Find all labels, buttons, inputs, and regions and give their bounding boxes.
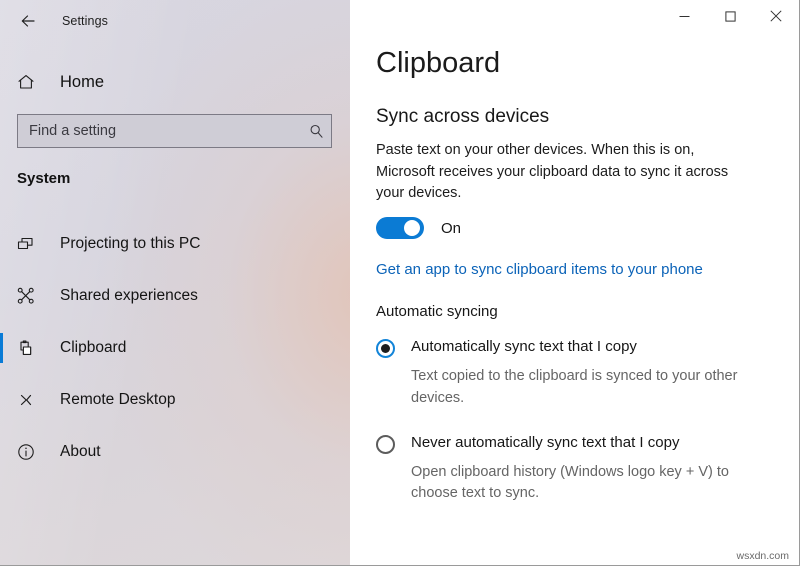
clipboard-icon xyxy=(16,338,42,358)
radio-label: Automatically sync text that I copy xyxy=(411,338,637,356)
remote-desktop-icon xyxy=(16,390,42,410)
project-screen-icon xyxy=(16,234,42,254)
radio-description: Open clipboard history (Windows logo key… xyxy=(411,463,729,502)
sync-toggle-state-label: On xyxy=(441,219,462,237)
sidebar-item-label: Shared experiences xyxy=(60,287,198,304)
sync-description: Paste text on your other devices. When t… xyxy=(376,141,729,202)
sidebar-group-header: System xyxy=(17,170,71,187)
sidebar-item-home[interactable]: Home xyxy=(0,64,350,100)
sidebar-item-clipboard[interactable]: Clipboard xyxy=(0,322,350,374)
section-title-sync-across-devices: Sync across devices xyxy=(376,105,550,127)
selection-accent-bar xyxy=(0,437,3,467)
radio-option-auto-sync[interactable]: Automatically sync text that I copy xyxy=(376,338,785,359)
sidebar-item-home-label: Home xyxy=(60,72,105,91)
get-app-link[interactable]: Get an app to sync clipboard items to yo… xyxy=(376,261,703,278)
settings-window: Settings Home System xyxy=(0,0,800,566)
sidebar-titlebar: Settings xyxy=(0,0,350,42)
search-box[interactable] xyxy=(17,114,332,148)
sidebar-item-label: About xyxy=(60,443,101,460)
sync-toggle[interactable] xyxy=(376,217,424,240)
automatic-syncing-radio-group: Automatically sync text that I copy Text… xyxy=(376,338,785,505)
home-icon xyxy=(16,72,42,92)
page-title: Clipboard xyxy=(376,47,501,79)
sidebar-item-about[interactable]: About xyxy=(0,426,350,478)
radio-button-never-sync[interactable] xyxy=(376,434,395,454)
sidebar: Settings Home System xyxy=(0,0,350,565)
close-icon[interactable] xyxy=(753,0,799,32)
selection-accent-bar xyxy=(0,385,3,415)
main-content: Clipboard Sync across devices Paste text… xyxy=(350,0,799,565)
maximize-icon[interactable] xyxy=(707,0,753,32)
sidebar-item-label: Projecting to this PC xyxy=(60,235,201,252)
radio-option-never-sync[interactable]: Never automatically sync text that I cop… xyxy=(376,434,785,454)
radio-block-never-sync: Never automatically sync text that I cop… xyxy=(376,434,785,506)
app-title: Settings xyxy=(62,14,108,28)
share-nodes-icon xyxy=(16,286,42,306)
search-icon[interactable] xyxy=(301,123,331,140)
selection-accent-bar xyxy=(0,281,3,311)
radio-button-auto-sync[interactable] xyxy=(376,339,395,359)
selection-accent-bar xyxy=(0,229,3,259)
sidebar-item-shared-experiences[interactable]: Shared experiences xyxy=(0,270,350,322)
watermark: wsxdn.com xyxy=(736,550,789,562)
minimize-icon[interactable] xyxy=(661,0,707,32)
search-input[interactable] xyxy=(18,122,301,140)
radio-block-auto-sync: Automatically sync text that I copy Text… xyxy=(376,338,785,410)
clipboard-settings-panel: Clipboard Sync across devices Paste text… xyxy=(376,47,785,505)
sub-heading-automatic-syncing: Automatic syncing xyxy=(376,303,498,321)
toggle-knob xyxy=(404,220,420,237)
window-controls xyxy=(661,0,799,32)
sidebar-item-label: Clipboard xyxy=(60,339,127,356)
radio-description: Text copied to the clipboard is synced t… xyxy=(411,368,738,406)
sidebar-nav: Projecting to this PC Shared experiences xyxy=(0,218,350,478)
sidebar-item-remote-desktop[interactable]: Remote Desktop xyxy=(0,374,350,426)
radio-label: Never automatically sync text that I cop… xyxy=(411,433,680,451)
sidebar-item-projecting-to-this-pc[interactable]: Projecting to this PC xyxy=(0,218,350,270)
sync-toggle-row: On xyxy=(376,217,785,240)
info-circle-icon xyxy=(16,442,42,462)
back-arrow-icon[interactable] xyxy=(8,5,48,37)
selection-accent-bar xyxy=(0,333,3,363)
sidebar-item-label: Remote Desktop xyxy=(60,391,176,408)
